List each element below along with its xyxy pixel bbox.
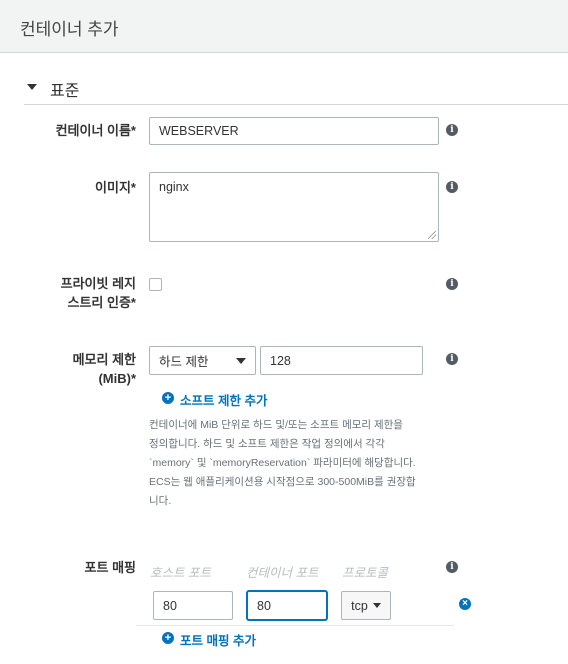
private-registry-label-line2: 스트리 인증* (67, 295, 136, 310)
container-name-label: 컨테이너 이름* (55, 123, 136, 138)
host-port-value: 80 (163, 598, 177, 613)
chevron-down-icon (372, 603, 381, 608)
protocol-column-header: 프로토콜 (342, 566, 389, 580)
resize-handle[interactable] (428, 231, 436, 239)
info-icon[interactable]: i (446, 278, 458, 290)
host-port-column-header: 호스트 포트 (150, 566, 211, 580)
x-circle-icon[interactable]: × (459, 598, 471, 610)
container-name-value: WEBSERVER (159, 124, 239, 138)
info-icon[interactable]: i (446, 124, 458, 136)
panel-title: 컨테이너 추가 (20, 20, 119, 39)
info-icon[interactable]: i (446, 561, 458, 573)
memory-limit-type-value: 하드 제한 (159, 355, 209, 369)
memory-limit-value: 128 (270, 353, 291, 368)
info-icon[interactable]: i (446, 353, 458, 365)
container-port-column-header: 컨테이너 포트 (246, 566, 319, 580)
memory-limit-label-line2: (MiB)* (98, 371, 136, 386)
help-line: `memory` 및 `memoryReservation` 파라미터에 해당합… (149, 457, 416, 469)
help-line: 컨테이너에 MiB 단위로 하드 및/또는 소프트 메모리 제한을 (149, 419, 403, 431)
memory-limit-input[interactable]: 128 (260, 346, 423, 375)
image-label: 이미지* (95, 180, 136, 195)
plus-circle-icon[interactable]: + (162, 632, 174, 644)
section-title[interactable]: 표준 (50, 77, 79, 101)
memory-limit-type-select[interactable]: 하드 제한 (149, 346, 256, 375)
help-line: ECS는 웹 애플리케이션용 시작점으로 300-500MiB를 권장합 (149, 476, 416, 488)
info-icon[interactable]: i (446, 181, 458, 193)
row-divider (136, 625, 454, 626)
protocol-select[interactable]: tcp (341, 591, 391, 620)
help-line: 니다. (149, 495, 172, 507)
container-port-value: 80 (257, 598, 271, 613)
port-mapping-label: 포트 매핑 (84, 560, 136, 575)
memory-limit-label-line1: 메모리 제한 (72, 352, 136, 367)
caret-down-icon[interactable] (27, 84, 37, 90)
protocol-value: tcp (351, 598, 368, 613)
add-port-mapping-link[interactable]: 포트 매핑 추가 (180, 630, 256, 649)
container-name-input[interactable]: WEBSERVER (149, 117, 439, 145)
chevron-down-icon (236, 357, 246, 364)
memory-help-text: 컨테이너에 MiB 단위로 하드 및/또는 소프트 메모리 제한을 정의합니다.… (149, 416, 441, 511)
section-divider (24, 104, 568, 105)
host-port-input[interactable]: 80 (153, 591, 233, 620)
private-registry-label-line1: 프라이빗 레지 (60, 276, 136, 291)
help-line: 정의합니다. 하드 및 소프트 제한은 작업 정의에서 각각 (149, 438, 385, 450)
add-soft-limit-link[interactable]: 소프트 제한 추가 (180, 390, 267, 409)
plus-circle-icon[interactable]: + (162, 392, 174, 404)
image-textarea[interactable]: nginx (149, 172, 439, 242)
image-value: nginx (159, 180, 189, 194)
container-port-input[interactable]: 80 (247, 591, 327, 620)
private-registry-checkbox[interactable] (149, 278, 162, 291)
